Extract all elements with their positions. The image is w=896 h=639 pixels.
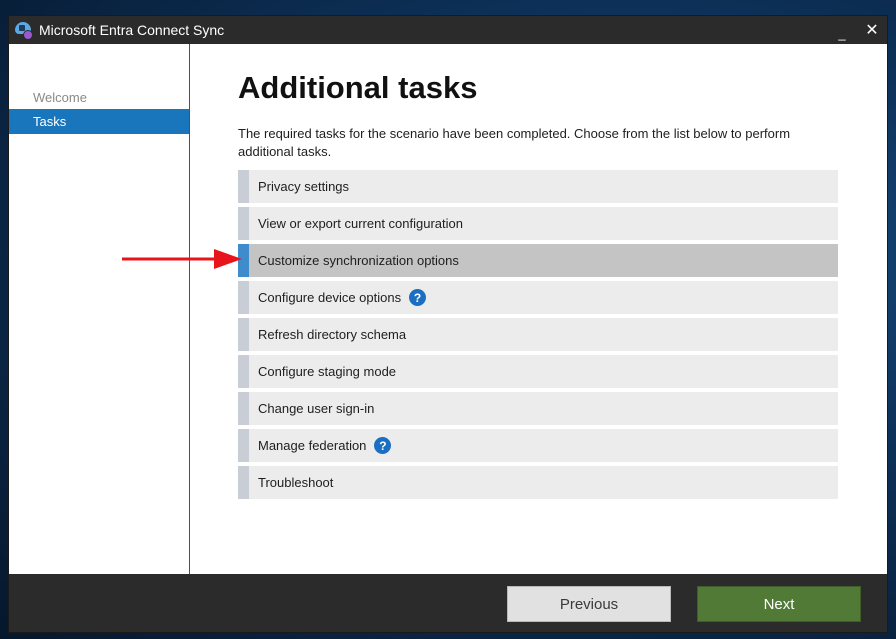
task-bar [238,429,249,462]
task-bar [238,392,249,425]
task-label: Troubleshoot [258,475,334,490]
task-bar [238,318,249,351]
task-list: Privacy settings View or export current … [238,170,838,503]
title-bar[interactable]: Microsoft Entra Connect Sync _ ✕ [9,16,887,44]
task-label: Configure staging mode [258,364,397,379]
red-arrow-icon [122,249,242,269]
task-view-export-configuration[interactable]: View or export current configuration [238,207,838,240]
task-bar [238,355,249,388]
app-window: Microsoft Entra Connect Sync _ ✕ Welcome… [9,16,887,632]
sidebar-item-welcome[interactable]: Welcome [9,85,189,110]
question-circle-icon[interactable]: ? [374,437,392,454]
task-troubleshoot[interactable]: Troubleshoot [238,466,838,499]
task-customize-synchronization-options[interactable]: Customize synchronization options [238,244,838,277]
next-button[interactable]: Next [697,586,861,622]
task-bar [238,281,249,314]
main-content: Additional tasks The required tasks for … [190,44,887,574]
close-button[interactable]: ✕ [857,16,887,44]
task-label: Change user sign-in [258,401,375,416]
window-controls: _ ✕ [827,16,887,44]
task-label: Manage federation [258,438,367,453]
task-change-user-sign-in[interactable]: Change user sign-in [238,392,838,425]
entra-connect-icon [14,20,34,40]
task-refresh-directory-schema[interactable]: Refresh directory schema [238,318,838,351]
task-label: Configure device options [258,290,402,305]
task-manage-federation[interactable]: Manage federation ? [238,429,838,462]
page-description: The required tasks for the scenario have… [238,126,791,159]
task-bar [238,466,249,499]
previous-button[interactable]: Previous [507,586,671,622]
sidebar-item-tasks[interactable]: Tasks [9,109,189,134]
task-bar [238,170,249,203]
task-label: View or export current configuration [258,216,463,231]
question-circle-icon[interactable]: ? [409,289,427,306]
footer-bar: Previous Next [9,574,887,632]
sidebar: Welcome Tasks [9,44,190,574]
task-label: Privacy settings [258,179,350,194]
window-title: Microsoft Entra Connect Sync [39,22,225,38]
task-label: Customize synchronization options [258,253,459,268]
task-label: Refresh directory schema [258,327,407,342]
minimize-button[interactable]: _ [827,16,857,44]
page-title: Additional tasks [238,70,478,105]
task-bar [238,207,249,240]
task-privacy-settings[interactable]: Privacy settings [238,170,838,203]
task-configure-staging-mode[interactable]: Configure staging mode [238,355,838,388]
task-configure-device-options[interactable]: Configure device options ? [238,281,838,314]
